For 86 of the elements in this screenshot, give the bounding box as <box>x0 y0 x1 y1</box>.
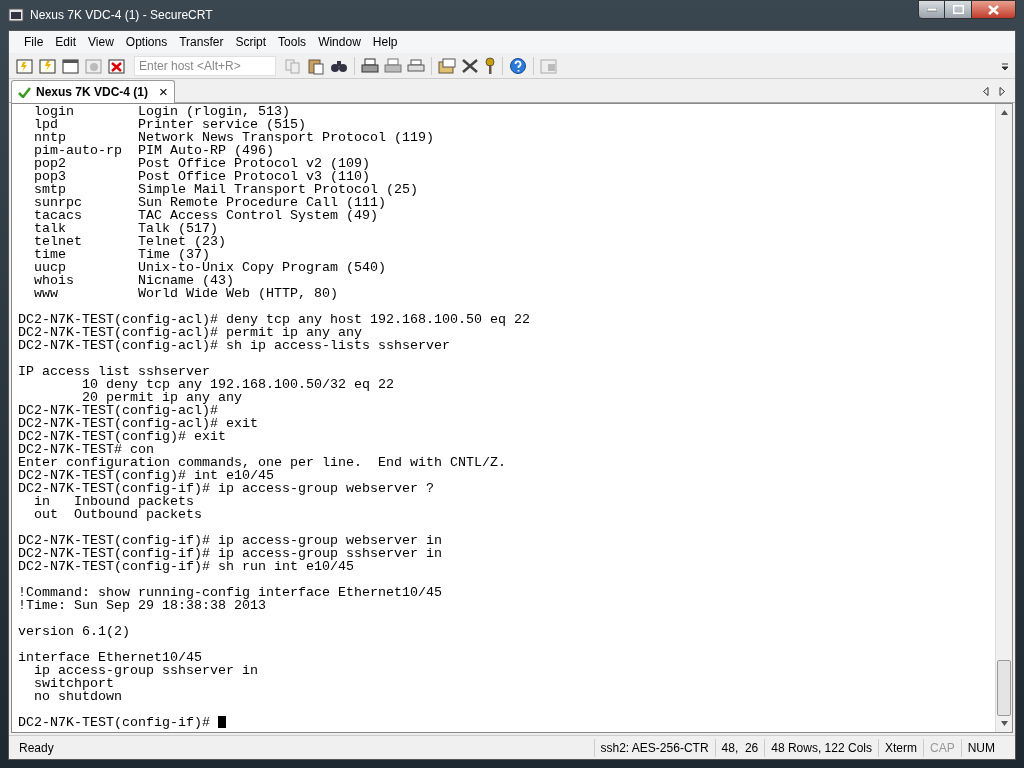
key-icon[interactable] <box>483 56 497 75</box>
tab-label: Nexus 7K VDC-4 (1) <box>36 84 149 101</box>
status-field: NUM <box>960 738 1001 757</box>
maximize-icon <box>952 5 964 14</box>
terminal-line: !Time: Sun Sep 29 18:38:38 2013 <box>18 599 266 612</box>
menu-item[interactable]: Edit <box>50 33 82 51</box>
maximize-button[interactable] <box>945 0 971 19</box>
terminal-line: no shutdown <box>33 690 122 703</box>
terminal-line: pop3 Post Office Protocol v3 (110) <box>33 170 370 183</box>
terminal-line: DC2-N7K-TEST(config-if)# sh run int e10/45 <box>18 560 354 573</box>
terminal-line: DC2-N7K-TEST(config-if)# ip access-group webserver in <box>18 534 442 547</box>
terminal-line: talk Talk (517) <box>33 222 218 235</box>
lightning-window-icon[interactable] <box>15 56 35 75</box>
terminal-line: out Outbound packets <box>33 508 202 521</box>
printer-icon[interactable] <box>383 56 403 75</box>
terminal-line: uucp Unix-to-Unix Copy Program (540) <box>33 261 386 274</box>
terminal-line: 20 permit ip any any <box>82 391 242 404</box>
status-message: Ready <box>18 739 55 757</box>
menu-item[interactable]: Options <box>120 33 173 51</box>
minimize-icon <box>926 7 937 12</box>
terminal-line: telnet Telnet (23) <box>33 235 226 248</box>
host-field[interactable]: Enter host <Alt+R> <box>134 55 276 76</box>
terminal-line: whois Nicname (43) <box>33 274 234 287</box>
menu-item[interactable]: Script <box>230 33 272 51</box>
terminal-line: pim-auto-rp PIM Auto-RP (496) <box>33 144 274 157</box>
terminal-line: DC2-N7K-TEST(config-acl)# exit <box>18 417 258 430</box>
terminal-line: DC2-N7K-TEST(config-acl)# <box>18 404 218 417</box>
menu-item[interactable]: File <box>19 33 49 51</box>
terminal-line: interface Ethernet10/45 <box>18 651 202 664</box>
scrollbar-thumb[interactable] <box>997 660 1011 716</box>
close-icon <box>988 4 999 15</box>
menu-item[interactable]: Help <box>367 33 403 51</box>
terminal-line: pop2 Post Office Protocol v2 (109) <box>33 157 370 170</box>
disconnect-icon[interactable] <box>107 56 127 75</box>
app-icon <box>8 7 24 23</box>
terminal-line: !Command: show running-config interface Ethernet10/45 <box>18 586 442 599</box>
menu-item[interactable]: Window <box>313 33 366 51</box>
terminal-line: time Time (37) <box>33 248 210 261</box>
close-button[interactable] <box>971 0 1016 19</box>
terminal-line: DC2-N7K-TEST# con <box>18 443 154 456</box>
terminal-line: DC2-N7K-TEST(config)# int e10/45 <box>18 469 274 482</box>
status-field: ssh2: AES-256-CTR <box>593 738 715 757</box>
terminal-line: DC2-N7K-TEST(config-if)# ip access-group sshserver in <box>18 547 442 560</box>
overflow-icon[interactable] <box>1001 60 1009 71</box>
menu-item[interactable]: View <box>83 33 119 51</box>
scrollbar[interactable] <box>995 104 1012 732</box>
terminal-line: version 6.1(2) <box>18 625 130 638</box>
left-arrow-icon[interactable] <box>983 87 989 96</box>
terminal-line: smtp Simple Mail Transport Protocol (25) <box>33 183 418 196</box>
tab[interactable]: Nexus 7K VDC-4 (1) × <box>11 80 175 103</box>
terminal-line: DC2-N7K-TEST(config)# exit <box>18 430 226 443</box>
terminal-line: lpd Printer service (515) <box>33 118 306 131</box>
terminal-line: DC2-N7K-TEST(config-acl)# deny tcp any host 192.168.100.50 eq 22 <box>18 313 530 326</box>
terminal-line: DC2-N7K-TEST(config-acl)# permit ip any any <box>18 326 362 339</box>
tab-close-button[interactable]: × <box>159 85 168 99</box>
terminal-line: tacacs TAC Access Control System (49) <box>33 209 378 222</box>
terminal-line: DC2-N7K-TEST(config-if)# ip access-group webserver ? <box>18 482 434 495</box>
terminal-line: in Inbound packets <box>34 495 194 508</box>
terminal-line: DC2-N7K-TEST(config-acl)# sh ip access-lists sshserver <box>18 339 450 352</box>
printer-icon[interactable] <box>360 56 380 75</box>
terminal-line: login Login (rlogin, 513) <box>33 105 290 118</box>
paste-icon[interactable] <box>306 56 326 75</box>
terminal-line: sunrpc Sun Remote Procedure Call (111) <box>33 196 386 209</box>
status-field: 48, 26 <box>714 738 765 757</box>
minimize-button[interactable] <box>918 0 945 19</box>
status-field: Xterm <box>877 738 923 757</box>
terminal-line: 10 deny tcp any 192.168.100.50/32 eq 22 <box>81 378 394 391</box>
text-cursor <box>217 716 226 728</box>
printer-icon[interactable] <box>406 56 426 75</box>
right-arrow-icon[interactable] <box>999 87 1005 96</box>
status-field: CAP <box>923 738 961 757</box>
terminal-line: IP access list sshserver <box>18 365 210 378</box>
checkmark-icon <box>18 86 31 98</box>
terminal-line: www World Wide Web (HTTP, 80) <box>33 287 338 300</box>
help-icon[interactable] <box>508 56 528 75</box>
menu-item[interactable]: Transfer <box>174 33 229 51</box>
terminal-line: ip access-group sshserver in <box>33 664 258 677</box>
terminal-line: DC2-N7K-TEST(config-if)# <box>18 716 210 729</box>
menu-item[interactable]: Tools <box>273 33 312 51</box>
window-icon[interactable] <box>61 56 81 75</box>
terminal-line: switchport <box>33 677 114 690</box>
lightning-window-icon[interactable] <box>38 56 58 75</box>
terminal-line: Enter configuration commands, one per line. End with CNTL/Z. <box>18 456 506 469</box>
terminal-line: nntp Network News Transport Protocol (119) <box>33 131 434 144</box>
window-title: Nexus 7K VDC-4 (1) - SecureCRT <box>30 7 213 24</box>
status-field: 48 Rows, 122 Cols <box>764 738 878 757</box>
